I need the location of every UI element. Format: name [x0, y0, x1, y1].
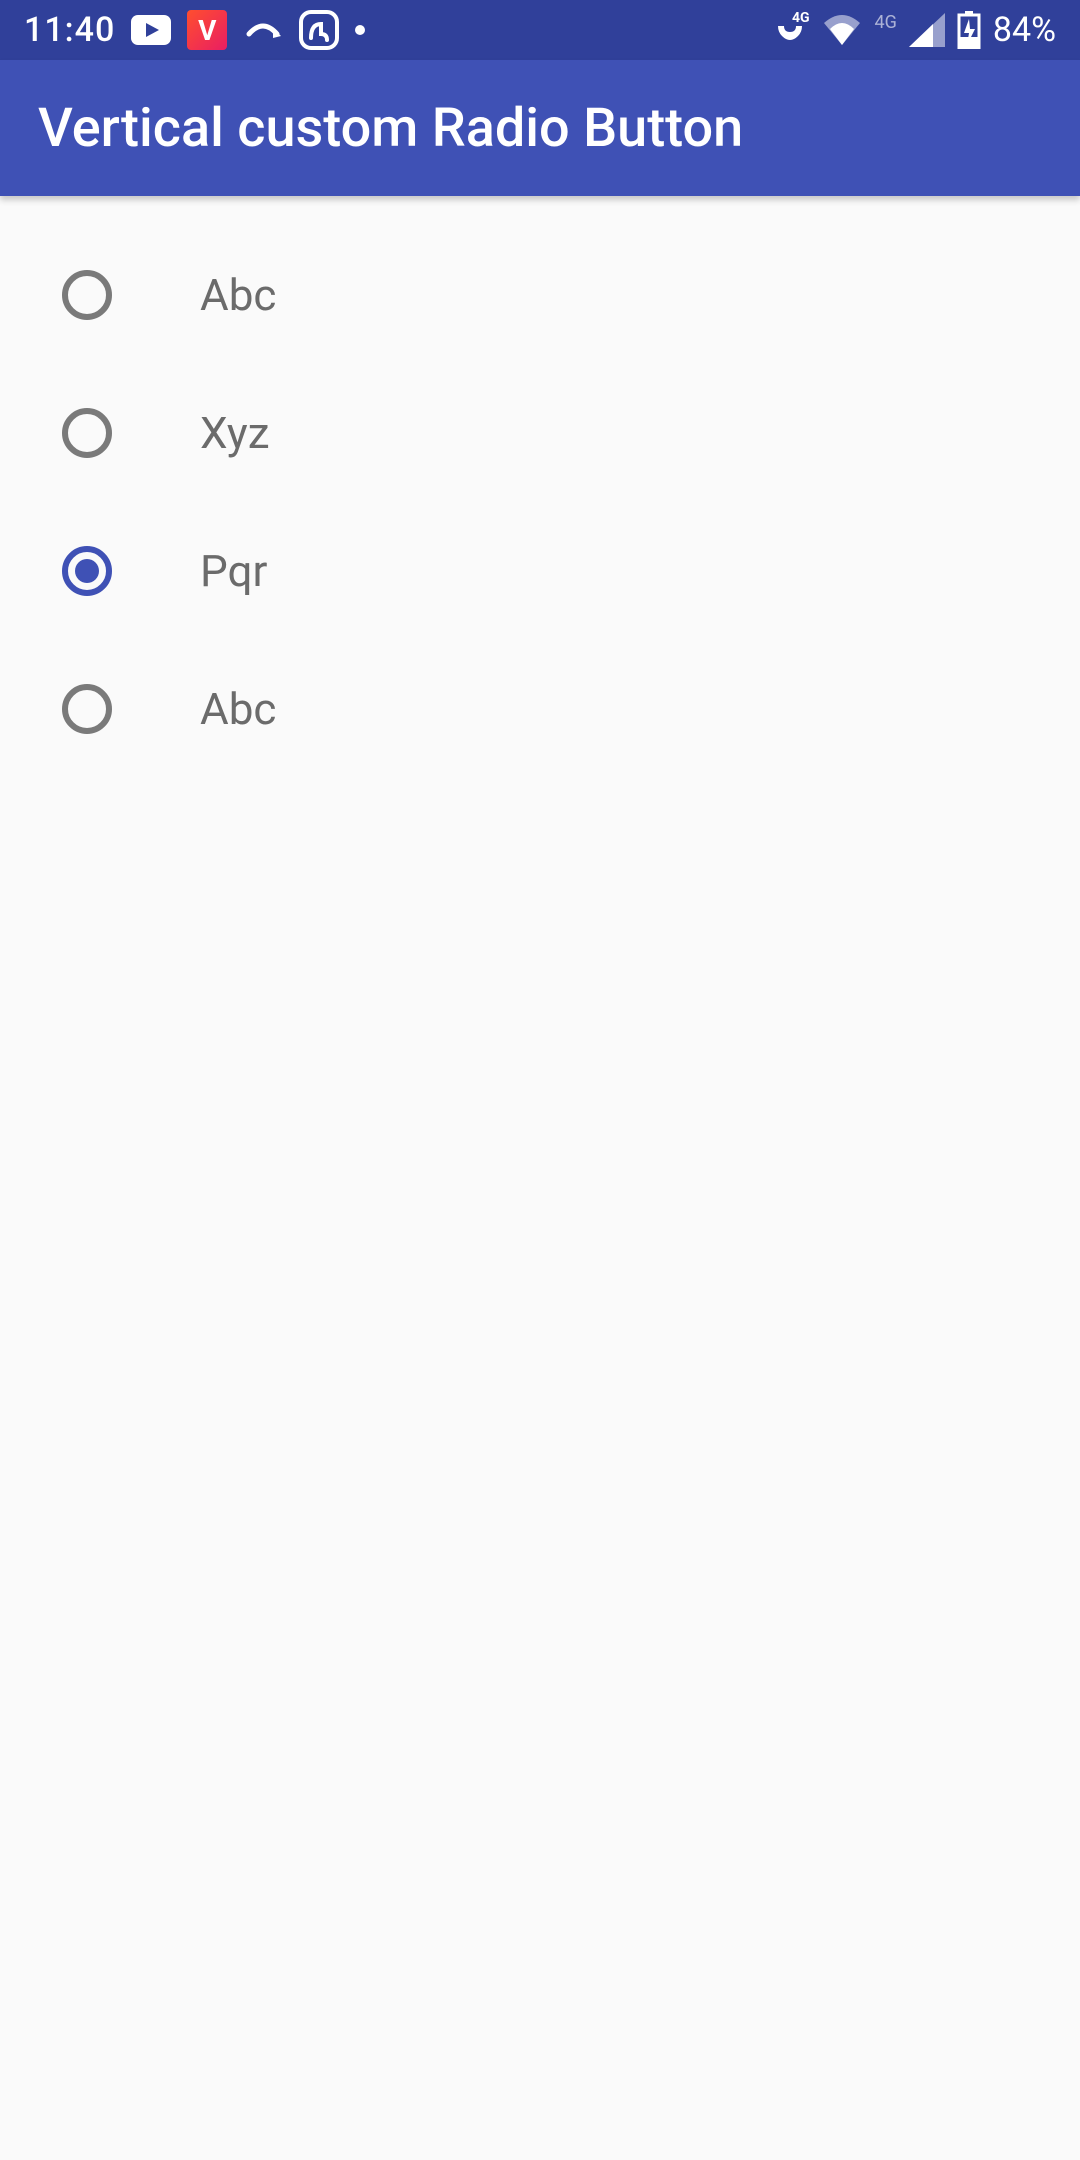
status-bar: 11:40 V 4G 4G 84% [0, 0, 1080, 60]
saavn-icon [299, 10, 339, 50]
signal-4g-label: 4G [874, 12, 896, 33]
status-bar-right: 4G 4G 84% [770, 10, 1056, 50]
missed-call-icon [243, 10, 283, 50]
app-bar: Vertical custom Radio Button [0, 60, 1080, 196]
radio-label: Xyz [200, 407, 270, 459]
radio-label: Abc [200, 683, 276, 735]
battery-percentage: 84% [993, 10, 1056, 50]
v-app-icon: V [187, 10, 227, 50]
status-bar-left: 11:40 V [24, 10, 365, 50]
phone-4g-icon: 4G [770, 10, 810, 50]
battery-charging-icon [957, 11, 981, 49]
radio-icon [62, 270, 112, 320]
radio-icon [62, 684, 112, 734]
radio-icon-selected [62, 546, 112, 596]
status-time: 11:40 [24, 10, 115, 50]
signal-icon [909, 13, 945, 47]
radio-option-3[interactable]: Abc [62, 640, 1018, 778]
radio-label: Pqr [200, 545, 267, 597]
page-title: Vertical custom Radio Button [38, 97, 743, 160]
youtube-icon [131, 15, 171, 45]
radio-option-2[interactable]: Pqr [62, 502, 1018, 640]
radio-icon [62, 408, 112, 458]
radio-group: Abc Xyz Pqr Abc [0, 196, 1080, 808]
radio-option-0[interactable]: Abc [62, 226, 1018, 364]
notification-dot-icon [355, 25, 365, 35]
radio-option-1[interactable]: Xyz [62, 364, 1018, 502]
radio-label: Abc [200, 269, 276, 321]
svg-text:4G: 4G [792, 10, 810, 26]
wifi-icon [822, 13, 862, 47]
